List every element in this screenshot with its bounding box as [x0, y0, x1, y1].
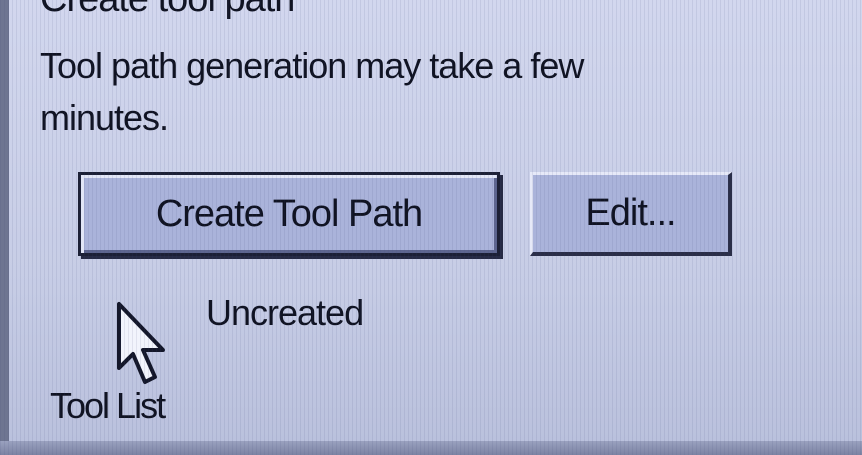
- window-left-border: [0, 0, 9, 455]
- dialog-panel: Create tool path Tool path generation ma…: [0, 0, 862, 455]
- create-tool-path-label: Create Tool Path: [155, 192, 423, 235]
- tool-list-label[interactable]: Tool List: [50, 385, 166, 427]
- tool-path-status: Uncreated: [206, 292, 364, 333]
- create-tool-path-button[interactable]: Create Tool Path: [78, 172, 500, 256]
- dialog-heading: Create tool path: [40, 0, 295, 21]
- edit-button[interactable]: Edit...: [530, 172, 732, 256]
- window-bottom-border: [0, 441, 862, 455]
- edit-label: Edit...: [585, 192, 676, 234]
- dialog-message: Tool path generation may take a few minu…: [40, 45, 584, 138]
- arrow-cursor-icon: [117, 302, 165, 384]
